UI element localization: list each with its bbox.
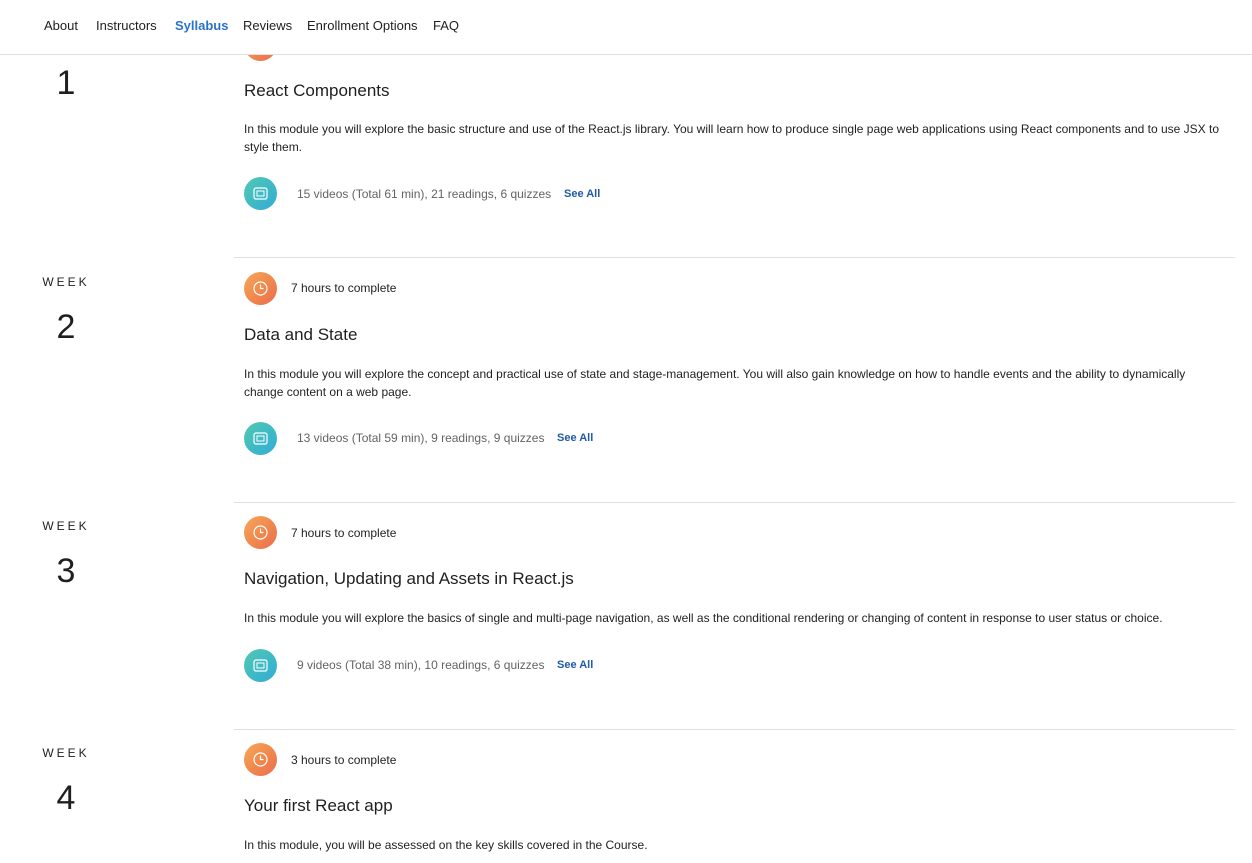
nav-tab-instructors[interactable]: Instructors	[96, 18, 157, 33]
week-number: 4	[56, 779, 76, 817]
nav-tab-reviews[interactable]: Reviews	[243, 18, 292, 33]
video-content-icon	[244, 177, 277, 210]
module-description: In this module you will explore the basi…	[244, 611, 1163, 625]
divider	[234, 257, 1235, 258]
see-all-link[interactable]: See All	[557, 432, 593, 444]
content-summary: 13 videos (Total 59 min), 9 readings, 9 …	[297, 431, 545, 445]
see-all-link[interactable]: See All	[557, 659, 593, 671]
nav-tab-faq[interactable]: FAQ	[433, 18, 459, 33]
course-nav-bar: About Instructors Syllabus Reviews Enrol…	[0, 0, 1252, 55]
week-label: WEEK	[42, 275, 90, 289]
module-title: React Components	[244, 81, 390, 100]
clock-icon	[244, 272, 277, 305]
week-number: 1	[56, 64, 76, 102]
video-content-icon	[244, 422, 277, 455]
clock-icon	[244, 743, 277, 776]
time-to-complete: 3 hours to complete	[291, 753, 397, 767]
divider	[234, 729, 1235, 730]
content-summary: 9 videos (Total 38 min), 10 readings, 6 …	[297, 658, 545, 672]
syllabus-page: About Instructors Syllabus Reviews Enrol…	[0, 0, 1252, 863]
module-title: Your first React app	[244, 796, 393, 815]
time-to-complete: 7 hours to complete	[291, 281, 397, 295]
see-all-link[interactable]: See All	[564, 188, 600, 200]
nav-tab-syllabus[interactable]: Syllabus	[175, 18, 228, 33]
content-summary: 15 videos (Total 61 min), 21 readings, 6…	[297, 187, 552, 201]
module-description: In this module you will explore the basi…	[244, 122, 1219, 154]
divider	[234, 502, 1235, 503]
nav-tab-enrollment-options[interactable]: Enrollment Options	[307, 18, 418, 33]
week-number: 3	[56, 552, 76, 590]
week-number: 2	[56, 308, 76, 346]
week-label: WEEK	[42, 746, 90, 760]
video-content-icon	[244, 649, 277, 682]
clock-icon	[244, 516, 277, 549]
time-to-complete: 7 hours to complete	[291, 526, 397, 540]
nav-tab-about[interactable]: About	[44, 18, 78, 33]
module-description: In this module you will explore the conc…	[244, 367, 1186, 399]
week-label: WEEK	[42, 519, 90, 533]
module-description: In this module, you will be assessed on …	[244, 838, 648, 852]
module-title: Data and State	[244, 325, 358, 344]
module-title: Navigation, Updating and Assets in React…	[244, 569, 574, 588]
